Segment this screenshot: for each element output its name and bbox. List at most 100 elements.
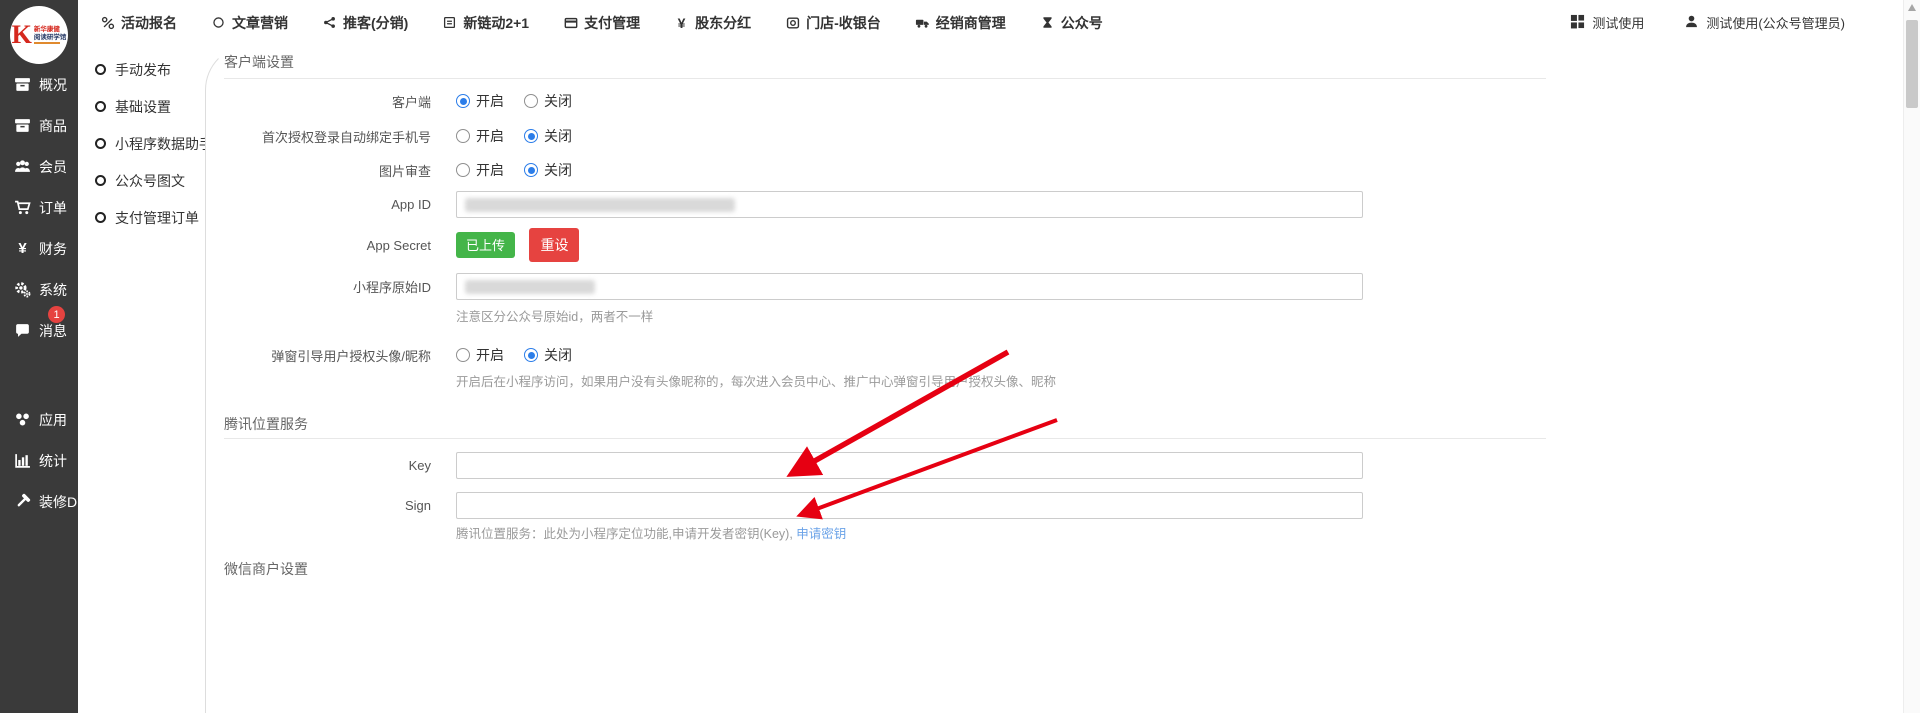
form-row-app-id: App ID [206, 191, 1363, 218]
nav-item-activity-signup[interactable]: 活动报名 [100, 13, 177, 33]
nav-item-account-user[interactable]: 测试使用(公众号管理员) [1684, 13, 1845, 32]
yen-icon: ¥ [674, 15, 689, 30]
pos-icon [785, 15, 800, 30]
admin-app: K 新华康健 阅读研学馆 概况 商品 会员 订单 [0, 0, 1920, 713]
scrollbar-up-arrow-icon[interactable] [1908, 4, 1916, 11]
form-row-app-secret: App Secret 已上传 重设 [206, 228, 579, 262]
brand-name-line1: 新华康健 [34, 26, 67, 33]
users-icon [14, 158, 31, 175]
image-review-radio-off[interactable]: 关闭 [524, 160, 572, 180]
circle-icon [95, 64, 106, 75]
settings-submenu: 手动发布 基础设置 小程序数据助手 公众号图文 支付管理订单 [78, 45, 205, 713]
divider [224, 438, 1546, 439]
divider [224, 78, 1546, 79]
sidebar-item-messages[interactable]: 消息 1 [0, 310, 78, 351]
brand-logo[interactable]: K 新华康健 阅读研学馆 [10, 6, 68, 64]
sidebar-item-products[interactable]: 商品 [0, 105, 78, 146]
nav-item-test-use[interactable]: 测试使用 [1570, 13, 1644, 32]
cart-icon [14, 199, 31, 216]
circle-icon [95, 212, 106, 223]
person-icon [1684, 14, 1699, 32]
message-count-badge: 1 [48, 306, 65, 323]
radio-unchecked-icon [456, 163, 470, 177]
redacted-value [465, 280, 595, 294]
yen-icon: ¥ [14, 240, 31, 257]
gears-icon [14, 281, 31, 298]
bind-phone-radio-off[interactable]: 关闭 [524, 126, 572, 146]
radio-unchecked-icon [456, 129, 470, 143]
sidebar-item-system[interactable]: 系统 [0, 269, 78, 310]
truck-icon [915, 15, 930, 30]
key-input[interactable] [456, 452, 1363, 479]
apply-key-link[interactable]: 申请密钥 [796, 527, 846, 541]
nav-item-article-marketing[interactable]: 文章营销 [211, 13, 288, 33]
link-icon [100, 15, 115, 30]
nav-item-official-account[interactable]: 公众号 [1040, 13, 1103, 33]
box-icon [14, 76, 31, 93]
nav-item-dealer-management[interactable]: 经销商管理 [915, 13, 1006, 33]
original-id-note: 注意区分公众号原始id，两者不一样 [456, 306, 653, 325]
circle-icon [95, 138, 106, 149]
client-radio-off[interactable]: 关闭 [524, 91, 572, 111]
nav-item-promoter-distribution[interactable]: 推客(分销) [322, 13, 408, 33]
bind-phone-radio-on[interactable]: 开启 [456, 126, 504, 146]
section-title-client-settings: 客户端设置 [224, 52, 294, 72]
submenu-item-manual-publish[interactable]: 手动发布 [78, 51, 205, 88]
sidebar-item-finance[interactable]: ¥ 财务 [0, 228, 78, 269]
form-row-bind-phone: 首次授权登录自动绑定手机号 开启 关闭 [206, 120, 572, 152]
popup-guide-radio-group: 开启 关闭 [456, 345, 572, 365]
scrollbar-thumb[interactable] [1906, 20, 1918, 108]
top-nav-items: 活动报名 文章营销 推客(分销) 新链动2+1 支付管理 ¥ 股东分红 [78, 13, 1103, 33]
sidebar-item-stats[interactable]: 统计 [0, 440, 78, 481]
form-row-original-id: 小程序原始ID [206, 273, 1363, 300]
popup-guide-radio-off[interactable]: 关闭 [524, 345, 572, 365]
form-row-client: 客户端 开启 关闭 [206, 85, 572, 117]
card-icon [563, 15, 578, 30]
submenu-item-basic-settings[interactable]: 基础设置 [78, 88, 205, 125]
radio-checked-icon [524, 163, 538, 177]
original-id-input[interactable] [456, 273, 1363, 300]
form-row-popup-guide: 弹窗引导用户授权头像/昵称 开启 关闭 [206, 339, 572, 371]
top-nav: 活动报名 文章营销 推客(分销) 新链动2+1 支付管理 ¥ 股东分红 [78, 0, 1920, 45]
submenu-item-payment-orders[interactable]: 支付管理订单 [78, 199, 205, 236]
top-nav-right: 测试使用 测试使用(公众号管理员) [1570, 0, 1845, 45]
hourglass-icon [1040, 15, 1055, 30]
brand-underline [34, 42, 60, 44]
reset-button[interactable]: 重设 [529, 228, 579, 262]
radio-unchecked-icon [524, 94, 538, 108]
section-title-tencent-location: 腾讯位置服务 [224, 414, 308, 434]
stats-icon [14, 452, 31, 469]
main-sidebar: K 新华康健 阅读研学馆 概况 商品 会员 订单 [0, 0, 78, 713]
hammer-icon [14, 493, 31, 510]
nav-item-new-chain-2plus1[interactable]: 新链动2+1 [442, 13, 529, 33]
form-row-key: Key [206, 452, 1363, 479]
workspace: 手动发布 基础设置 小程序数据助手 公众号图文 支付管理订单 客户端设置 [78, 45, 1920, 713]
popup-guide-radio-on[interactable]: 开启 [456, 345, 504, 365]
redacted-value [465, 198, 735, 212]
sidebar-item-overview[interactable]: 概况 [0, 64, 78, 105]
sidebar-item-orders[interactable]: 订单 [0, 187, 78, 228]
sidebar-item-decorate-diy[interactable]: 装修DIY [0, 481, 78, 522]
radio-checked-icon [524, 129, 538, 143]
app-id-input[interactable] [456, 191, 1363, 218]
client-radio-on[interactable]: 开启 [456, 91, 504, 111]
vertical-scrollbar[interactable] [1903, 0, 1920, 713]
image-review-radio-group: 开启 关闭 [456, 160, 572, 180]
circle-icon [211, 15, 226, 30]
radio-checked-icon [456, 94, 470, 108]
nav-item-shareholder-dividend[interactable]: ¥ 股东分红 [674, 13, 751, 33]
section-title-wechat-merchant: 微信商户设置 [224, 559, 308, 579]
chat-icon [14, 322, 31, 339]
submenu-item-official-account-articles[interactable]: 公众号图文 [78, 162, 205, 199]
submenu-item-miniprogram-data-assistant[interactable]: 小程序数据助手 [78, 125, 205, 162]
brand-initial: K [12, 22, 32, 48]
image-review-radio-on[interactable]: 开启 [456, 160, 504, 180]
nav-item-payment-management[interactable]: 支付管理 [563, 13, 640, 33]
uploaded-button[interactable]: 已上传 [456, 232, 515, 258]
sidebar-item-members[interactable]: 会员 [0, 146, 78, 187]
radio-checked-icon [524, 348, 538, 362]
bind-phone-radio-group: 开启 关闭 [456, 126, 572, 146]
sign-input[interactable] [456, 492, 1363, 519]
nav-item-store-cashier[interactable]: 门店-收银台 [785, 13, 881, 33]
sidebar-item-apps[interactable]: 应用 [0, 399, 78, 440]
